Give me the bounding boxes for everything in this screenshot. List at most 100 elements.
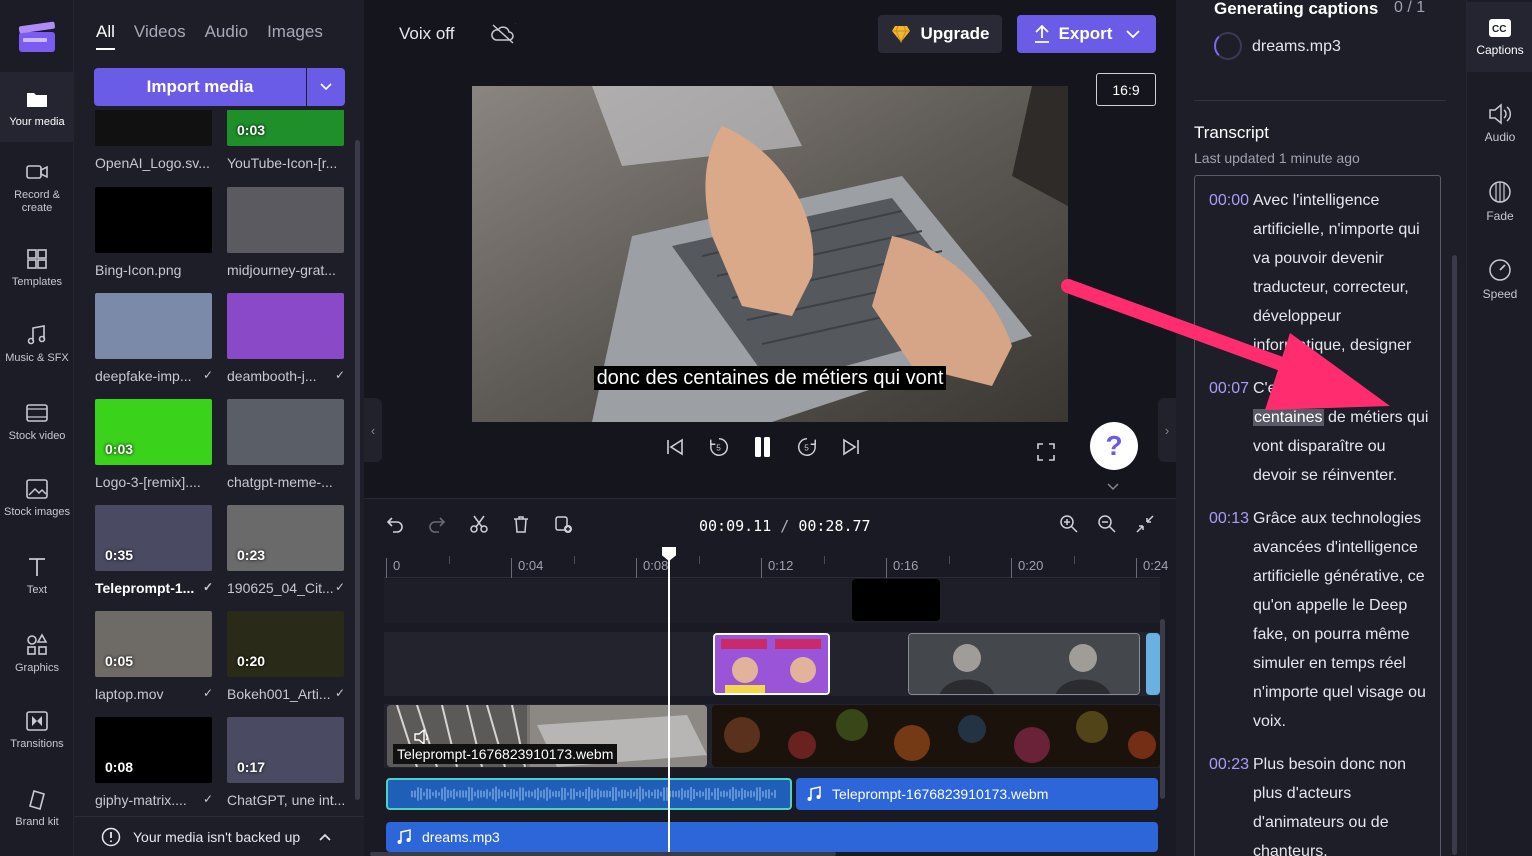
aspect-ratio-button[interactable]: 16:9: [1096, 73, 1156, 106]
collapse-left-button[interactable]: ‹: [364, 398, 382, 462]
transcript-segment[interactable]: 00:07 C'est donc des centaines de métier…: [1195, 374, 1432, 490]
media-item[interactable]: chatgpt-meme-...: [227, 399, 345, 490]
dreams-audio-clip[interactable]: dreams.mp3: [386, 822, 1158, 852]
cloud-off-icon[interactable]: [490, 22, 516, 46]
media-item[interactable]: 0:03 YouTube-Icon-[r...: [227, 110, 345, 171]
tab-images[interactable]: Images: [267, 22, 323, 50]
rail-record-create[interactable]: Record & create: [0, 152, 74, 222]
duplicate-button[interactable]: [552, 513, 574, 535]
media-thumbnail[interactable]: [95, 187, 212, 253]
rail-your-media[interactable]: Your media: [0, 72, 74, 142]
media-scrollbar[interactable]: [355, 140, 360, 800]
media-thumbnail[interactable]: 0:23: [227, 505, 344, 571]
chevron-up-icon[interactable]: [318, 832, 332, 842]
deambooth-clip[interactable]: [713, 633, 830, 695]
media-item[interactable]: Bing-Icon.png: [95, 187, 213, 278]
rail-captions[interactable]: CC Captions: [1467, 2, 1532, 72]
app-logo-icon[interactable]: [17, 18, 57, 54]
transcript-scrollbar[interactable]: [1452, 255, 1457, 855]
media-thumbnail[interactable]: [227, 293, 344, 359]
media-thumbnail[interactable]: [95, 293, 212, 359]
transcript-box[interactable]: 00:00 Avec l'intelligence artificielle, …: [1194, 175, 1441, 856]
next-image-clip[interactable]: [1146, 633, 1160, 695]
media-item[interactable]: 0:03 Logo-3-[remix]....: [95, 399, 213, 490]
zoom-in-button[interactable]: [1058, 513, 1080, 535]
transcript-segment[interactable]: 00:00 Avec l'intelligence artificielle, …: [1195, 186, 1432, 360]
split-button[interactable]: [468, 513, 490, 535]
tab-all[interactable]: All: [96, 22, 115, 50]
media-thumbnail[interactable]: 0:35: [95, 505, 212, 571]
fullscreen-button[interactable]: [1035, 441, 1057, 463]
rail-brand-kit[interactable]: Brand kit: [0, 772, 74, 842]
timeline-ruler[interactable]: 0 0:04 0:08 0:12 0:16 0:20 0:24: [384, 550, 1168, 578]
playhead[interactable]: [668, 554, 670, 856]
media-thumbnail[interactable]: [227, 187, 344, 253]
export-button[interactable]: Export: [1017, 15, 1156, 53]
chatgpt-image-clip[interactable]: [908, 633, 1140, 695]
forward-5-button[interactable]: 5: [796, 436, 818, 458]
bokeh-video-clip[interactable]: [712, 705, 1160, 767]
media-item[interactable]: OpenAI_Logo.sv...: [95, 110, 213, 171]
transcript-segment[interactable]: 00:13 Grâce aux technologies avancées d'…: [1195, 504, 1432, 736]
rail-speed[interactable]: Speed: [1467, 244, 1532, 314]
rail-graphics[interactable]: Graphics: [0, 618, 74, 688]
media-item[interactable]: midjourney-grat...: [227, 187, 345, 278]
upgrade-button[interactable]: Upgrade: [878, 15, 1002, 53]
help-button[interactable]: ?: [1090, 422, 1138, 470]
import-media-button[interactable]: Import media: [94, 68, 306, 106]
media-item[interactable]: 0:08 giphy-matrix.... ✓: [95, 717, 213, 808]
rail-stock-video[interactable]: Stock video: [0, 386, 74, 456]
collapse-right-button[interactable]: ›: [1158, 398, 1176, 462]
media-thumbnail[interactable]: 0:03: [227, 110, 344, 146]
media-item[interactable]: deepfake-imp... ✓: [95, 293, 213, 384]
black-clip[interactable]: [852, 579, 940, 621]
timeline-horizontal-scrollbar[interactable]: [370, 852, 836, 856]
undo-button[interactable]: [384, 513, 406, 535]
delete-button[interactable]: [510, 513, 532, 535]
rail-templates[interactable]: Templates: [0, 232, 74, 302]
import-options-button[interactable]: [307, 68, 345, 106]
media-thumbnail[interactable]: 0:20: [227, 611, 344, 677]
skip-end-button[interactable]: [840, 436, 862, 458]
media-thumbnail[interactable]: 0:03: [95, 399, 212, 465]
collapse-timeline-button[interactable]: [1098, 480, 1128, 498]
redo-button[interactable]: [426, 513, 448, 535]
pause-button[interactable]: [752, 436, 774, 458]
rail-audio[interactable]: Audio: [1467, 88, 1532, 158]
media-item[interactable]: 0:35 Teleprompt-1... ✓: [95, 505, 213, 596]
teleprompt-video-clip[interactable]: Teleprompt-1676823910173.webm: [387, 705, 707, 767]
tab-audio[interactable]: Audio: [205, 22, 248, 50]
segment-time[interactable]: 00:13: [1195, 504, 1253, 736]
segment-time[interactable]: 00:07: [1195, 374, 1253, 490]
speaker-icon: [1489, 102, 1512, 125]
media-item[interactable]: 0:20 Bokeh001_Arti... ✓: [227, 611, 345, 702]
segment-time[interactable]: 00:23: [1195, 750, 1253, 856]
media-item[interactable]: 0:23 190625_04_Cit... ✓: [227, 505, 345, 596]
media-item[interactable]: 0:05 laptop.mov ✓: [95, 611, 213, 702]
backup-banner[interactable]: Your media isn't backed up: [74, 816, 364, 856]
teleprompt-audio-clip-2[interactable]: Teleprompt-1676823910173.webm: [796, 778, 1158, 810]
zoom-out-button[interactable]: [1096, 513, 1118, 535]
rewind-5-button[interactable]: 5: [708, 436, 730, 458]
transcript-segment[interactable]: 00:23 Plus besoin donc non plus d'acteur…: [1195, 750, 1432, 856]
project-title[interactable]: Voix off: [399, 24, 454, 44]
rail-stock-images[interactable]: Stock images: [0, 462, 74, 532]
tab-videos[interactable]: Videos: [134, 22, 186, 50]
media-thumbnail[interactable]: 0:08: [95, 717, 212, 783]
media-item[interactable]: 0:17 ChatGPT, une int...✓: [227, 717, 347, 808]
segment-time[interactable]: 00:00: [1195, 186, 1253, 360]
media-thumbnail[interactable]: [227, 399, 344, 465]
rail-fade[interactable]: Fade: [1467, 166, 1532, 236]
skip-start-button[interactable]: [664, 436, 686, 458]
timeline-vertical-scrollbar[interactable]: [1160, 619, 1165, 799]
rail-music-sfx[interactable]: Music & SFX: [0, 308, 74, 378]
media-thumbnail[interactable]: 0:17: [227, 717, 344, 783]
media-thumbnail[interactable]: [95, 110, 212, 146]
rail-transitions[interactable]: Transitions: [0, 694, 74, 764]
fit-timeline-button[interactable]: [1134, 513, 1156, 535]
teleprompt-audio-clip[interactable]: [386, 778, 792, 810]
video-preview[interactable]: donc des centaines de métiers qui vont: [472, 86, 1068, 422]
media-thumbnail[interactable]: 0:05: [95, 611, 212, 677]
media-item[interactable]: deambooth-j... ✓: [227, 293, 345, 384]
rail-text[interactable]: Text: [0, 540, 74, 610]
